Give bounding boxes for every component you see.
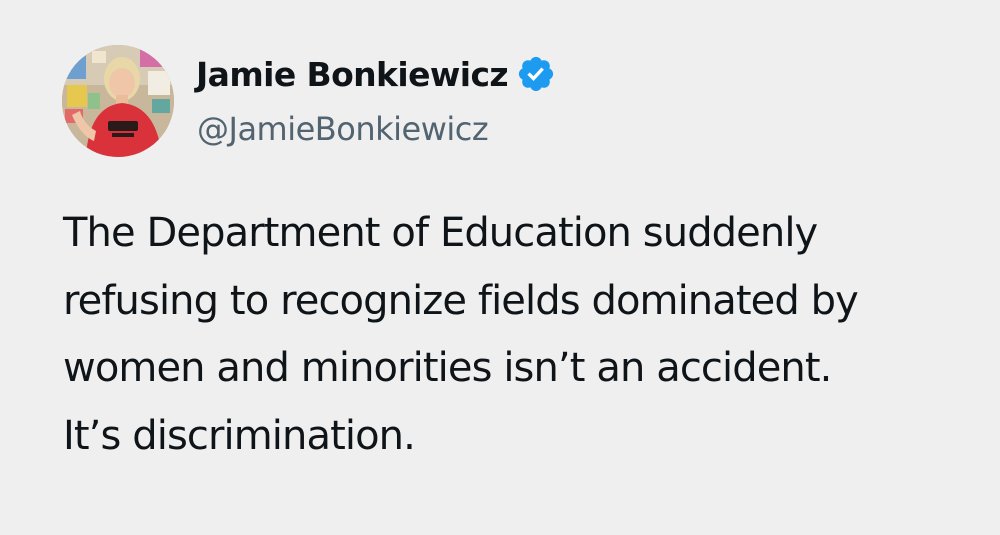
verified-badge-icon[interactable] <box>516 54 556 94</box>
author-handle[interactable]: @JamieBonkiewicz <box>197 110 489 148</box>
tweet-text: The Department of Education suddenly ref… <box>63 200 983 470</box>
author-display-name[interactable]: Jamie Bonkiewicz <box>196 55 509 94</box>
profile-photo <box>62 45 174 157</box>
author-avatar[interactable] <box>62 45 174 157</box>
tweet-text-line: refusing to recognize fields dominated b… <box>63 277 859 324</box>
tweet-card: Jamie Bonkiewicz @JamieBonkiewicz The De… <box>0 0 1000 535</box>
tweet-text-line: The Department of Education suddenly <box>63 210 818 256</box>
tweet-text-line: women and minorities isn’t an accident. <box>63 345 832 391</box>
author-name-row: Jamie Bonkiewicz <box>196 52 556 96</box>
tweet-text-line: It’s discrimination. <box>63 412 416 459</box>
